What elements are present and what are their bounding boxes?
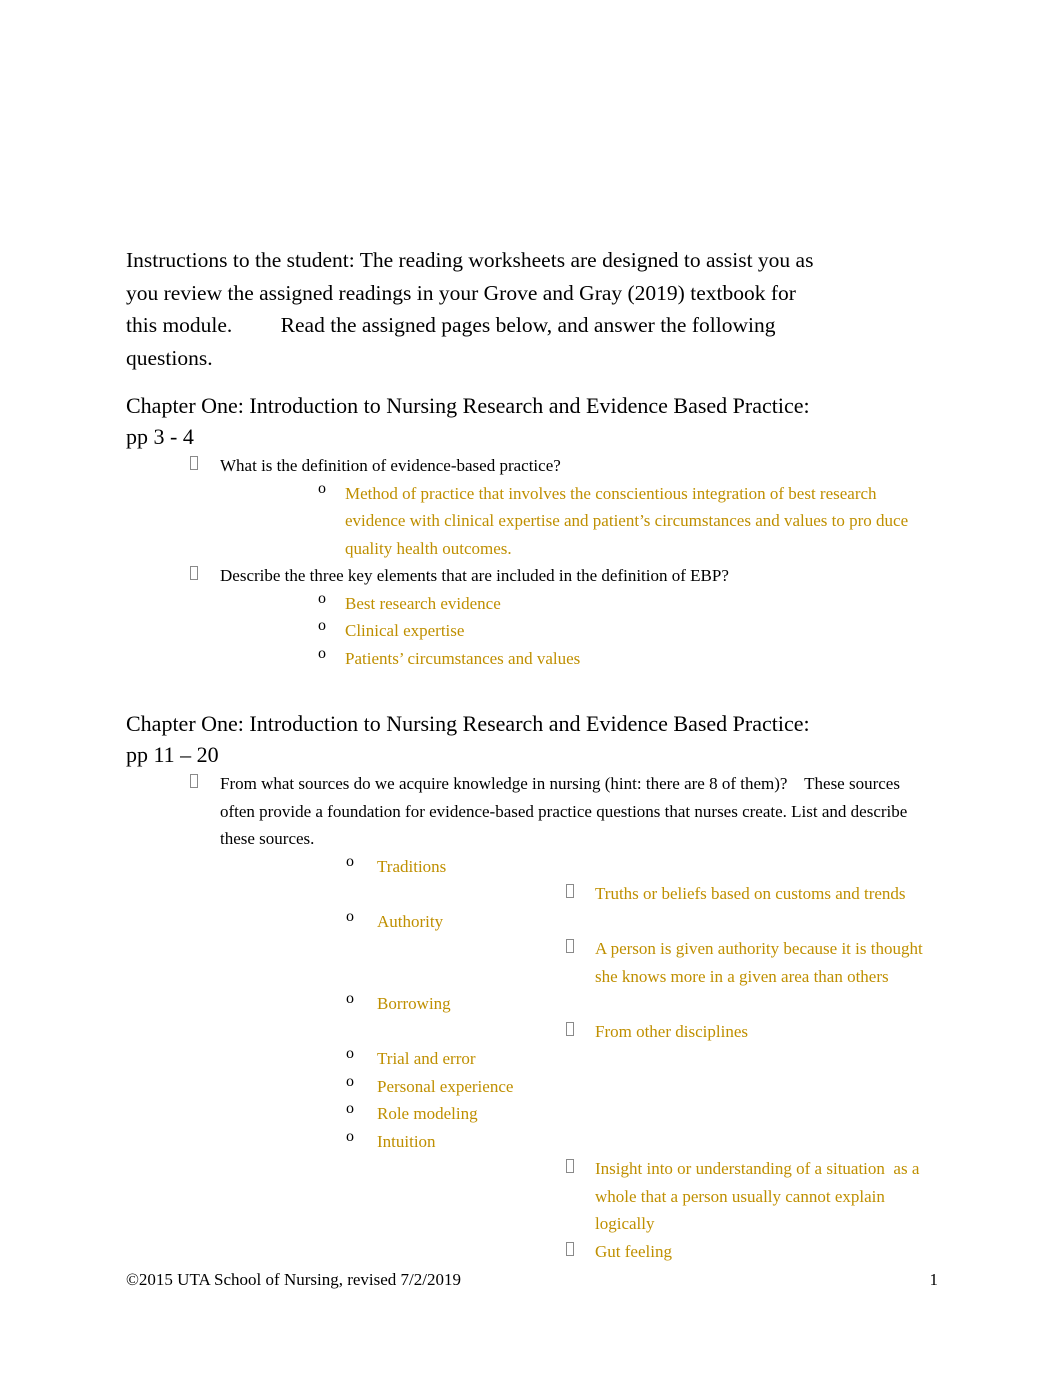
answer-item: o Best research evidence: [220, 590, 926, 618]
sources-list: o Traditions Truths or beliefs based on …: [220, 853, 926, 1266]
instructions-paragraph: Instructions to the student: The reading…: [126, 248, 819, 370]
level2-bullet-icon: o: [346, 1045, 354, 1062]
level3-bullet-icon: [566, 938, 574, 956]
source-detail-item: Truths or beliefs based on customs and t…: [377, 880, 926, 908]
level2-bullet-icon: o: [318, 479, 326, 497]
source-detail-text: Truths or beliefs based on customs and t…: [595, 884, 906, 903]
source-item: o Trial and error: [220, 1045, 926, 1073]
level2-bullet-icon: o: [318, 644, 326, 662]
answer-item: o Method of practice that involves the c…: [220, 480, 926, 563]
level2-bullet-icon: o: [346, 907, 354, 925]
question-text: From what sources do we acquire knowledg…: [220, 774, 912, 848]
source-detail-item: A person is given authority because it i…: [377, 935, 926, 990]
section-2-question-list: From what sources do we acquire knowledg…: [126, 770, 926, 1265]
level2-bullet-icon: o: [346, 990, 354, 1007]
question-text: Describe the three key elements that are…: [220, 566, 729, 585]
question-item: Describe the three key elements that are…: [126, 562, 926, 672]
level2-bullet-icon: o: [346, 1127, 354, 1145]
section-2: Chapter One: Introduction to Nursing Res…: [126, 708, 926, 1265]
source-name: Authority: [377, 911, 444, 931]
source-detail-list: Insight into or understanding of a situa…: [377, 1155, 926, 1265]
answer-list: o Method of practice that involves the c…: [220, 480, 926, 563]
level3-bullet-icon: [566, 1021, 574, 1039]
section-2-heading: Chapter One: Introduction to Nursing Res…: [126, 711, 810, 767]
source-detail-list: From other disciplines: [377, 1018, 926, 1046]
level3-bullet-icon: [566, 1241, 574, 1259]
answer-text: Best research evidence: [345, 593, 501, 613]
answer-text: Method of practice that involves the con…: [345, 483, 913, 558]
answer-item: o Clinical expertise: [220, 617, 926, 645]
source-detail-list: A person is given authority because it i…: [377, 935, 926, 990]
level1-bullet-icon: [190, 565, 198, 583]
source-detail-text: A person is given authority because it i…: [595, 939, 927, 986]
source-name: Borrowing: [377, 994, 451, 1013]
document-body: Instructions to the student: The reading…: [126, 244, 926, 1265]
level2-bullet-icon: o: [346, 1100, 354, 1117]
source-name: Intuition: [377, 1131, 436, 1151]
source-name: Role modeling: [377, 1104, 478, 1123]
answer-text: Clinical expertise: [345, 621, 465, 640]
source-detail-text: From other disciplines: [595, 1021, 748, 1041]
section-1-heading: Chapter One: Introduction to Nursing Res…: [126, 393, 810, 449]
document-page: Instructions to the student: The reading…: [0, 0, 1062, 1377]
page-footer: ©2015 UTA School of Nursing, revised 7/2…: [126, 1268, 938, 1292]
source-item: o Role modeling: [220, 1100, 926, 1128]
footer-copyright: ©2015 UTA School of Nursing, revised 7/2…: [126, 1270, 462, 1289]
source-item: o Authority A person is given authority …: [220, 908, 926, 991]
question-item: From what sources do we acquire knowledg…: [126, 770, 926, 1265]
question-text: What is the definition of evidence-based…: [220, 456, 561, 475]
source-item: o Traditions Truths or beliefs based on …: [220, 853, 926, 908]
source-detail-item: Gut feeling: [377, 1238, 926, 1266]
level2-bullet-icon: o: [346, 1072, 354, 1090]
footer-page-number: 1: [929, 1270, 939, 1289]
answer-item: o Patients’ circumstances and values: [220, 645, 926, 673]
source-name: Trial and error: [377, 1049, 476, 1068]
source-item: o Personal experience: [220, 1073, 926, 1101]
answer-text: Patients’ circumstances and values: [345, 648, 581, 668]
source-detail-item: From other disciplines: [377, 1018, 926, 1046]
level3-bullet-icon: [566, 1158, 574, 1176]
section-1: Chapter One: Introduction to Nursing Res…: [126, 390, 926, 672]
level3-bullet-icon: [566, 883, 574, 901]
level1-bullet-icon: [190, 455, 198, 473]
question-item: What is the definition of evidence-based…: [126, 452, 926, 562]
source-name: Traditions: [377, 856, 447, 876]
source-detail-list: Truths or beliefs based on customs and t…: [377, 880, 926, 908]
source-detail-item: Insight into or understanding of a situa…: [377, 1155, 926, 1238]
source-name: Personal experience: [377, 1076, 514, 1096]
source-item: o Borrowing From other disciplines: [220, 990, 926, 1045]
level1-bullet-icon: [190, 773, 198, 791]
level2-bullet-icon: o: [318, 617, 326, 634]
level2-bullet-icon: o: [318, 589, 326, 607]
source-detail-text: Gut feeling: [595, 1241, 672, 1261]
source-item: o Intuition Insight into or understandin…: [220, 1128, 926, 1266]
source-detail-text: Insight into or understanding of a situa…: [595, 1159, 924, 1233]
section-1-question-list: What is the definition of evidence-based…: [126, 452, 926, 672]
level2-bullet-icon: o: [346, 852, 354, 870]
answer-list: o Best research evidence o Clinical expe…: [220, 590, 926, 673]
